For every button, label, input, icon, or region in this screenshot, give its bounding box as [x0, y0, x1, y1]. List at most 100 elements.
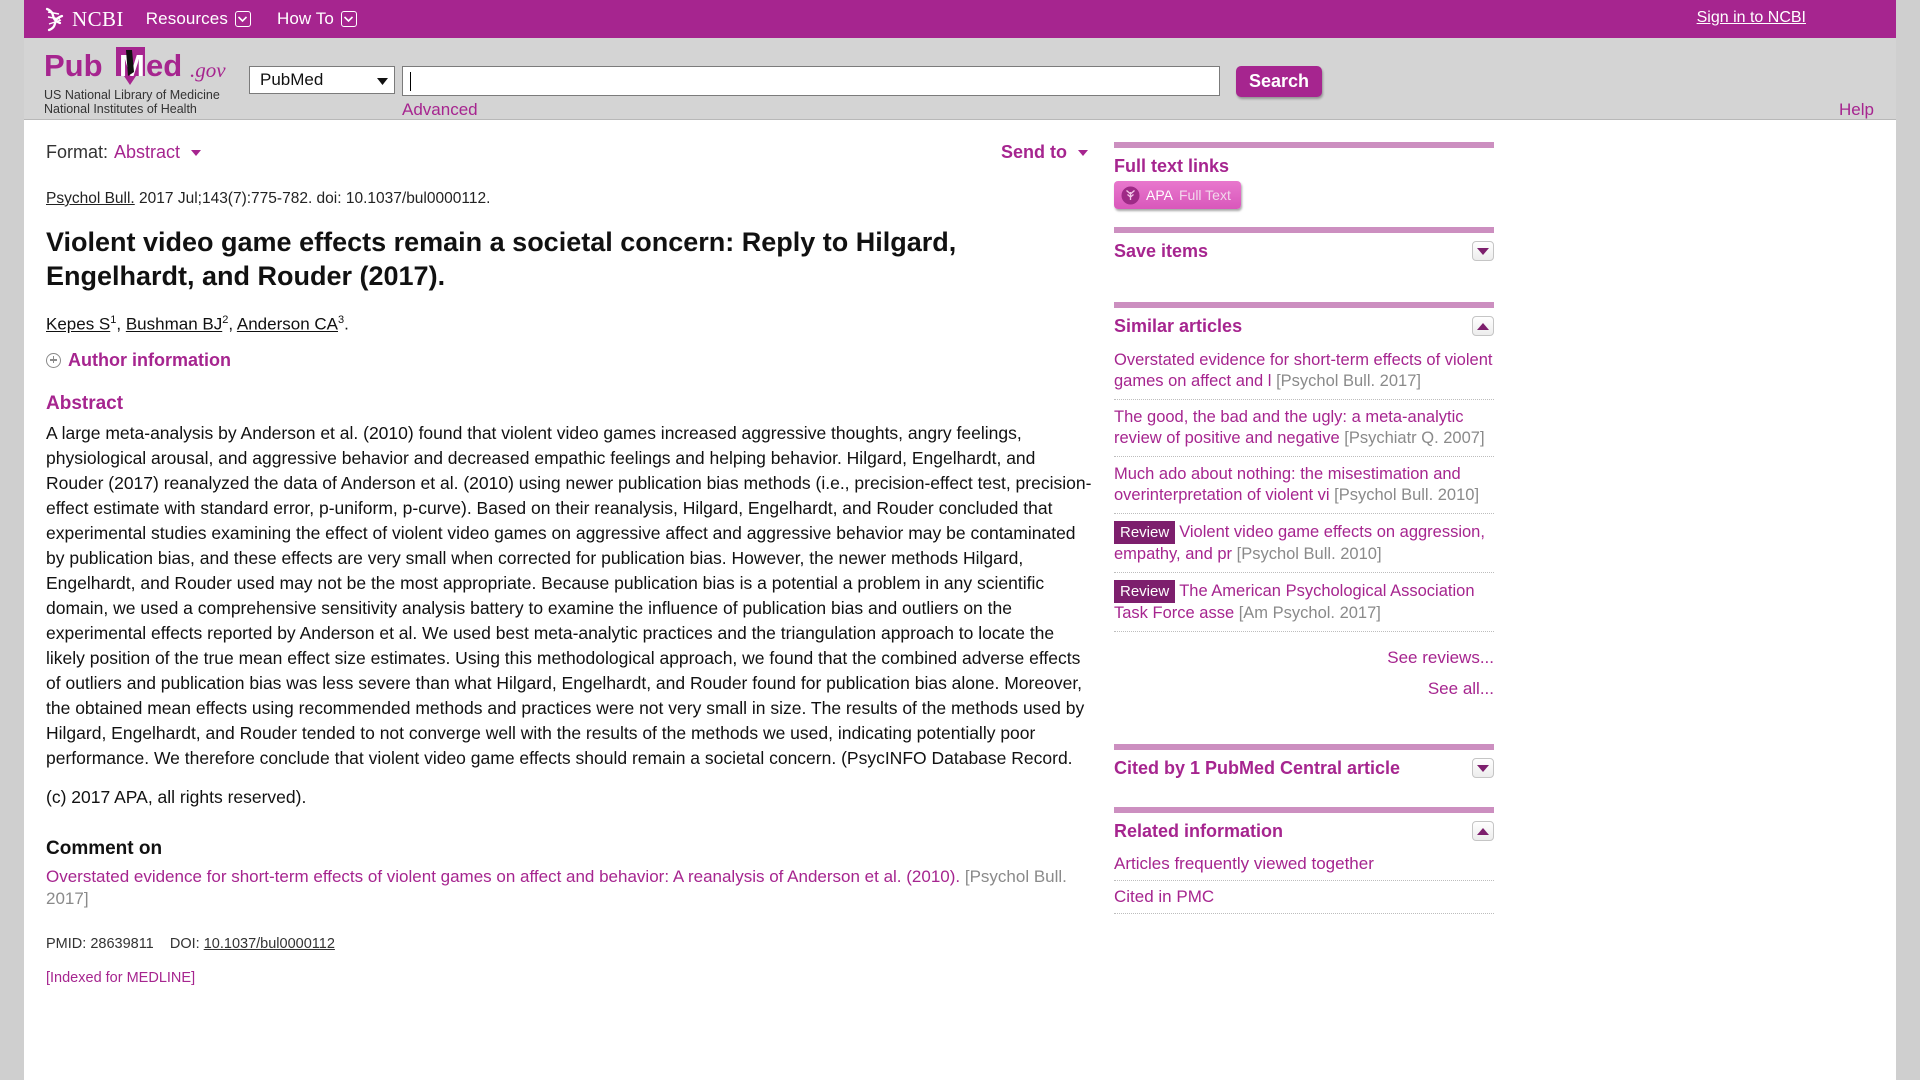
abstract-heading: Abstract [46, 392, 124, 414]
section-divider [1114, 227, 1494, 233]
database-select-value: PubMed [260, 70, 324, 89]
chevron-down-icon [191, 150, 202, 157]
save-items-header: Save items [1114, 240, 1494, 262]
article-sidebar: Full text links APA Full Text Save items… [1114, 120, 1494, 920]
plus-circle-icon [46, 352, 61, 368]
see-reviews-link[interactable]: See reviews... [1114, 642, 1494, 673]
citation-line: Psychol Bull. 2017 Jul;143(7):775-782. d… [46, 189, 1092, 209]
search-button[interactable]: Search [1236, 66, 1323, 97]
abstract-copyright: (c) 2017 APA, all rights reserved). [46, 786, 307, 807]
page-content: Format: Abstract Send to Psychol Bull. 2… [24, 120, 1896, 986]
author-link[interactable]: Kepes S [46, 315, 110, 334]
related-information-header: Related information [1114, 820, 1494, 842]
send-to-button[interactable]: Send to [1001, 142, 1088, 163]
list-item[interactable]: Cited in PMC [1114, 881, 1494, 914]
list-item[interactable]: Review The American Psychological Associa… [1114, 573, 1494, 632]
svg-text:ed: ed [146, 48, 182, 83]
help-link[interactable]: Help [1839, 100, 1874, 120]
format-select-value: Abstract [114, 142, 181, 162]
author-link[interactable]: Anderson CA [237, 315, 338, 334]
pubmed-logo-icon: Pub M ed .gov [44, 46, 259, 86]
sidebar-section-cited-by: Cited by 1 PubMed Central article [1114, 744, 1494, 779]
sidebar-section-save-items: Save items [1114, 227, 1494, 262]
related-information-title: Related information [1114, 821, 1284, 841]
author-affiliation-marker: 1 [110, 314, 117, 326]
section-divider [1114, 744, 1494, 750]
see-all-link[interactable]: See all... [1114, 673, 1494, 704]
nav-item-how-to-label: How To [276, 9, 334, 28]
pubmed-logo-block[interactable]: Pub M ed .gov US National Library of Med… [44, 46, 259, 116]
chevron-down-icon[interactable] [1472, 758, 1494, 778]
similar-article-journal-ref: [Psychol Bull. 2017] [1276, 372, 1421, 390]
pubmed-header: Pub M ed .gov US National Library of Med… [24, 38, 1896, 120]
apa-button-primary-label: APA [1146, 187, 1173, 203]
similar-articles-title: Similar articles [1114, 316, 1243, 336]
apa-full-text-button[interactable]: APA Full Text [1114, 181, 1241, 209]
similar-article-journal-ref: [Am Psychol. 2017] [1238, 604, 1381, 622]
chevron-down-icon[interactable] [1472, 241, 1494, 261]
format-label: Format: [46, 142, 109, 162]
author-affiliation-marker: 2 [222, 314, 229, 326]
send-to-label: Send to [1000, 142, 1067, 162]
chevron-down-icon [1078, 150, 1088, 157]
full-text-links-title: Full text links [1114, 156, 1230, 176]
apa-button-secondary-label: Full Text [1178, 187, 1231, 203]
similar-articles-links: See reviews... See all... [1114, 642, 1494, 704]
database-select[interactable]: PubMed [249, 66, 395, 94]
browser-page: NCBI Resources How To Sign in to NCBI Pu… [0, 0, 1920, 1080]
author-information-label: Author information [68, 349, 231, 370]
indexed-status: [Indexed for MEDLINE] [46, 969, 196, 986]
pmid-label: PMID: [46, 935, 87, 952]
chevron-down-icon [340, 11, 357, 27]
identifier-row: PMID: 28639811 DOI: 10.1037/bul0000112 [46, 936, 1092, 952]
author-information-toggle[interactable]: Author information [46, 350, 1092, 371]
list-item[interactable]: Overstated evidence for short-term effec… [1114, 343, 1494, 400]
similar-article-journal-ref: [Psychiatr Q. 2007] [1344, 429, 1485, 447]
doi-link[interactable]: 10.1037/bul0000112 [204, 936, 335, 952]
author-affiliation-marker: 3 [338, 314, 345, 326]
chevron-down-icon [377, 70, 388, 90]
ncbi-top-bar: NCBI Resources How To Sign in to NCBI [24, 0, 1896, 38]
similar-articles-header: Similar articles [1114, 315, 1494, 337]
list-item[interactable]: Review Violent video game effects on aggr… [1114, 514, 1494, 573]
sign-in-link[interactable]: Sign in to NCBI [1697, 9, 1806, 27]
abstract-body: A large meta-analysis by Anderson et al.… [46, 421, 1092, 810]
page-title: Violent video game effects remain a soci… [46, 227, 957, 291]
format-select[interactable]: Abstract [114, 142, 202, 163]
ncbi-wordmark: NCBI [72, 6, 124, 31]
search-input[interactable] [402, 66, 1220, 96]
ncbi-logo[interactable]: NCBI [44, 7, 124, 32]
section-divider [1114, 807, 1494, 813]
list-item[interactable]: The good, the bad and the ugly: a meta-a… [1114, 400, 1494, 457]
sidebar-section-similar-articles: Similar articles Overstated evidence for… [1114, 302, 1494, 704]
nav-item-how-to[interactable]: How To [277, 9, 357, 29]
text-cursor [410, 71, 411, 91]
comment-on-heading: Comment on [46, 837, 163, 859]
svg-text:Pub: Pub [44, 48, 103, 83]
nav-item-resources-label: Resources [145, 9, 228, 28]
advanced-search-link[interactable]: Advanced [402, 100, 478, 120]
comment-on-link[interactable]: Overstated evidence for short-term effec… [46, 866, 1092, 910]
section-divider [1114, 302, 1494, 308]
status-badge: Review [1114, 521, 1176, 544]
pmid-value: 28639811 [90, 935, 154, 952]
chevron-up-icon[interactable] [1472, 316, 1494, 336]
journal-link[interactable]: Psychol Bull. [46, 190, 135, 207]
author-list: Kepes S1, Bushman BJ2, Anderson CA3. [46, 314, 349, 334]
article-main-column: Format: Abstract Send to Psychol Bull. 2… [24, 120, 1114, 986]
similar-article-journal-ref: [Psychol Bull. 2010] [1236, 545, 1382, 563]
citation-details: 2017 Jul;143(7):775-782. doi: 10.1037/bu… [134, 190, 491, 207]
sidebar-section-related-information: Related information Articles frequently … [1114, 807, 1494, 914]
result-toolbar: Format: Abstract Send to [46, 142, 1092, 163]
cited-by-header: Cited by 1 PubMed Central article [1114, 757, 1494, 779]
author-link[interactable]: Bushman BJ [126, 315, 222, 334]
nav-item-resources[interactable]: Resources [146, 9, 251, 29]
list-item[interactable]: Much ado about nothing: the misestimatio… [1114, 457, 1494, 514]
chevron-down-icon [234, 11, 251, 27]
list-item[interactable]: Articles frequently viewed together [1114, 848, 1494, 881]
chevron-up-icon[interactable] [1472, 821, 1494, 841]
section-divider [1114, 142, 1494, 148]
